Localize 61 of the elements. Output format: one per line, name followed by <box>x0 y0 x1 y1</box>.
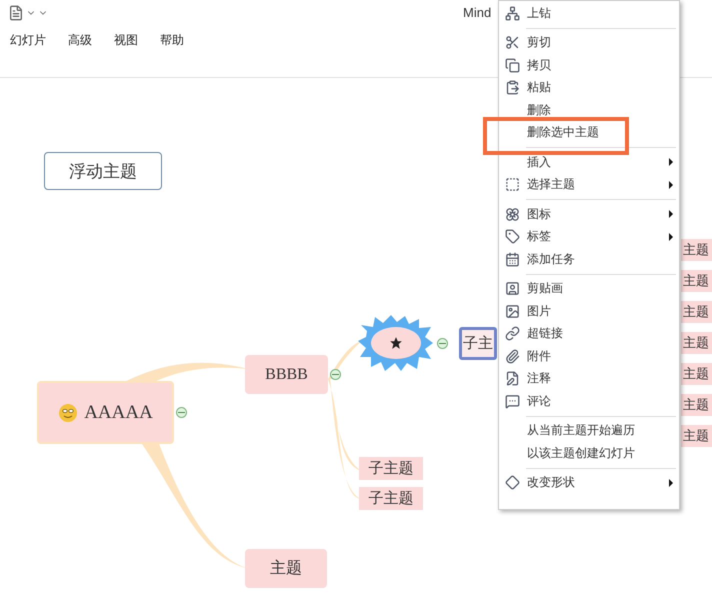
menu-item[interactable]: 添加任务 <box>502 248 676 270</box>
subtopic[interactable]: 主题 <box>681 270 712 292</box>
menu-item[interactable]: 选择主题 <box>502 174 676 196</box>
ribbon-tab[interactable]: 视图 <box>114 32 138 49</box>
menu-item[interactable]: 上钻 <box>502 2 676 24</box>
dashed-square-icon <box>505 177 520 192</box>
calendar-icon <box>505 252 520 267</box>
subtopic[interactable]: 子主题 <box>359 487 423 510</box>
flower-icon <box>505 206 520 222</box>
diagram-icon <box>505 6 520 21</box>
menu-item[interactable]: 剪切 <box>502 32 676 54</box>
menu-item[interactable]: 附件 <box>502 345 676 368</box>
diamond-icon <box>505 475 520 490</box>
subtopic[interactable]: 主题 <box>681 239 712 261</box>
smiley-icon <box>58 402 78 422</box>
tag-icon <box>505 229 520 244</box>
ribbon-tab[interactable]: 幻灯片 <box>10 32 46 49</box>
topic-text: AAAAA <box>84 402 153 424</box>
ribbon-tab[interactable]: 帮助 <box>160 32 184 49</box>
menu-item[interactable]: 粘贴 <box>502 76 676 99</box>
floating-topic[interactable]: 浮动主题 <box>44 152 162 190</box>
collapse-button[interactable] <box>330 369 341 380</box>
subtopic[interactable]: 主题 <box>681 363 712 385</box>
ribbon-tab[interactable]: 高级 <box>68 32 92 49</box>
copy-icon <box>505 58 520 73</box>
link-icon <box>505 326 520 342</box>
menu-item[interactable]: 插入 <box>502 151 676 174</box>
menu-item[interactable]: 注释 <box>502 368 676 390</box>
paperclip-icon <box>505 348 520 364</box>
central-topic[interactable]: AAAAA <box>37 381 174 444</box>
user-icon <box>505 281 520 296</box>
subtopic[interactable]: 主题 <box>681 394 712 416</box>
menu-item[interactable]: 标签 <box>502 226 676 248</box>
menu-item[interactable]: 删除 <box>502 99 676 122</box>
main-topic[interactable]: 主题 <box>245 549 327 588</box>
paste-icon <box>505 80 520 96</box>
star-icon <box>389 336 403 350</box>
menu-item[interactable]: 以该主题创建幻灯片 <box>502 442 676 464</box>
menu-item[interactable]: 剪贴画 <box>502 278 676 300</box>
menu-item[interactable]: 删除选中主题 <box>502 122 676 144</box>
comment-icon <box>505 394 520 409</box>
main-topic[interactable]: BBBB <box>245 355 328 394</box>
subtopic[interactable]: 主题 <box>681 301 712 323</box>
window-title: Mind <box>463 5 492 20</box>
subtopic[interactable]: 主题 <box>681 332 712 354</box>
collapse-button[interactable] <box>437 338 448 349</box>
menu-item[interactable]: 超链接 <box>502 322 676 345</box>
menu-item[interactable]: 从当前主题开始遍历 <box>502 420 676 442</box>
collapse-button[interactable] <box>176 407 187 418</box>
menu-item[interactable]: 图片 <box>502 300 676 322</box>
scissors-icon <box>505 35 520 50</box>
subtopic[interactable]: 子主题 <box>359 457 423 480</box>
note-icon <box>505 371 520 386</box>
menu-item[interactable]: 评论 <box>502 390 676 412</box>
subtopic[interactable]: 子主 <box>459 327 497 360</box>
menu-item[interactable]: 改变形状 <box>502 472 676 494</box>
subtopic[interactable]: 主题 <box>681 425 712 447</box>
document-icon[interactable] <box>8 5 24 21</box>
menu-item[interactable]: 拷贝 <box>502 54 676 76</box>
menu-item[interactable]: 图标 <box>502 203 676 226</box>
image-icon <box>505 304 520 319</box>
